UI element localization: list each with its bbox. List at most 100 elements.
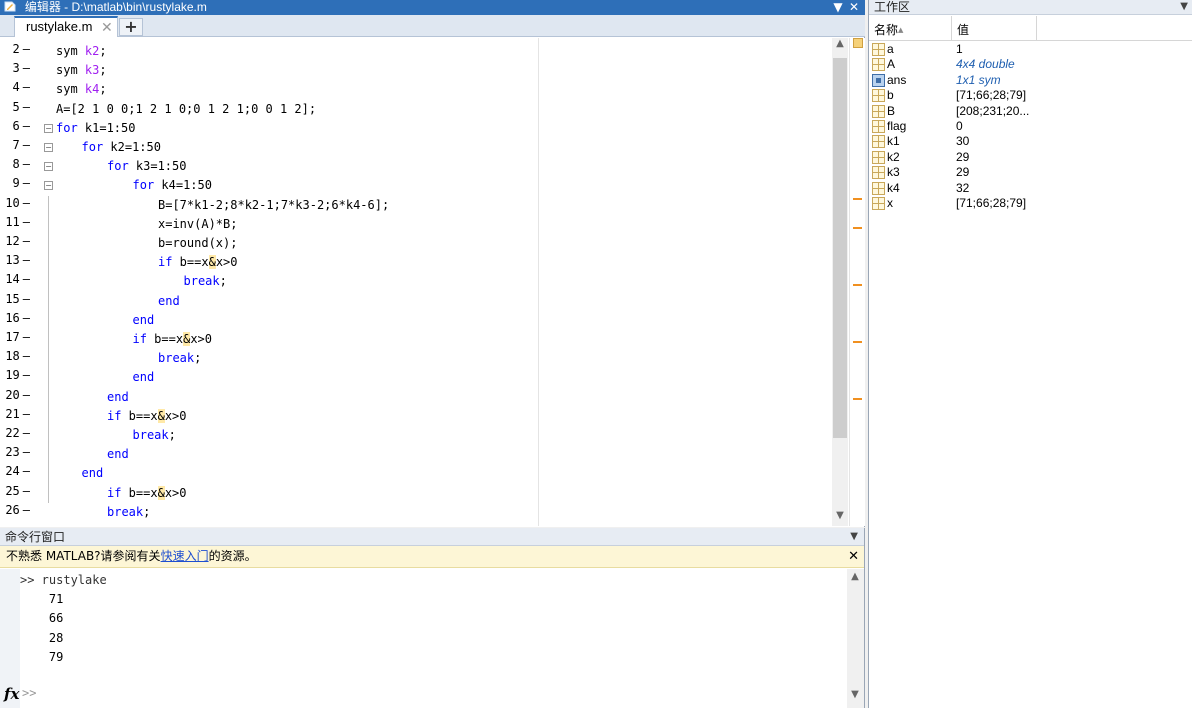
code-line[interactable]: break; [158,349,201,368]
command-window-menu-icon[interactable]: ▼ [850,528,858,546]
cmd-scroll-down-arrow-icon[interactable]: ▼ [847,689,863,700]
code-line[interactable]: sym k4; [56,80,107,99]
workspace-row[interactable]: a1 [869,42,1192,57]
code-line[interactable]: for k1=1:50 [56,119,135,138]
breakpoint-dash[interactable]: — [23,253,30,267]
code-line[interactable]: end [133,311,155,330]
code-line[interactable]: for k4=1:50 [133,176,212,195]
code-line[interactable]: end [107,445,129,464]
workspace-row[interactable]: B [208;231;20... [869,104,1192,119]
warning-marker[interactable] [853,398,862,400]
editor-menu-icon[interactable]: ▼ [831,0,845,15]
command-vertical-scrollbar[interactable]: ▲ ▼ [847,569,864,708]
breakpoint-dash[interactable]: — [23,215,30,229]
scrollbar-thumb[interactable] [833,58,847,438]
code-line[interactable]: b=round(x); [158,234,237,253]
code-line[interactable]: break; [133,426,176,445]
breakpoint-dash[interactable]: — [23,330,30,344]
warning-marker[interactable] [853,341,862,343]
breakpoint-dash[interactable]: — [23,42,30,56]
workspace-row[interactable]: k3 29 [869,165,1192,180]
code-line[interactable]: if b==x&x>0 [107,484,187,503]
code-line[interactable]: break; [107,503,150,522]
code-token: x=inv(A)*B; [158,216,238,231]
breakpoint-dash[interactable]: — [23,388,30,402]
editor-file-icon [4,1,16,12]
command-prompt[interactable]: >> [22,686,36,700]
workspace-row[interactable]: k1 30 [869,134,1192,149]
breakpoint-dash[interactable]: — [23,138,30,152]
code-line[interactable]: if b==x&x>0 [158,253,238,272]
breakpoint-dash[interactable]: — [23,407,30,421]
analyzer-status-icon[interactable] [853,38,863,48]
code-line[interactable]: A=[2 1 0 0;1 2 1 0;0 1 2 1;0 0 1 2]; [56,100,316,119]
code-line[interactable]: break; [184,272,227,291]
breakpoint-dash[interactable]: — [23,61,30,75]
workspace-row[interactable]: ans 1x1 sym [869,73,1192,88]
code-line[interactable]: for k3=1:50 [107,157,186,176]
warning-marker[interactable] [853,198,862,200]
line-number-value: 11 [5,214,20,229]
workspace-row[interactable]: b [71;66;28;79] [869,88,1192,103]
code-line[interactable]: end [107,388,129,407]
line-number: 12— [0,234,30,248]
code-line[interactable]: end [158,292,180,311]
breakpoint-dash[interactable]: — [23,368,30,382]
code-line[interactable]: B=[7*k1-2;8*k2-1;7*k3-2;6*k4-6]; [158,196,389,215]
code-area[interactable]: sym k2; sym k3; sym k4; A=[2 1 0 0;1 2 1 0;… [40,38,832,526]
code-line[interactable]: x=inv(A)*B; [158,215,237,234]
workspace-row[interactable]: x [71;66;28;79] [869,196,1192,211]
line-number: 18— [0,349,30,363]
code-line[interactable]: if b==x&x>0 [133,330,212,349]
scroll-up-arrow-icon[interactable]: ▲ [832,38,848,49]
breakpoint-dash[interactable]: — [23,426,30,440]
workspace-row[interactable]: flag 0 [869,119,1192,134]
quick-start-link[interactable]: 快速入门 [161,549,209,563]
column-value-header[interactable]: 值 [957,21,969,38]
column-divider[interactable] [951,16,952,41]
breakpoint-dash[interactable]: — [23,157,30,171]
workspace-menu-icon[interactable]: ▼ [1180,0,1188,14]
workspace-row[interactable]: k2 29 [869,150,1192,165]
command-output[interactable]: >> rustylake 71 66 28 79 [20,569,840,708]
breakpoint-dash[interactable]: — [23,349,30,363]
code-line[interactable]: sym k3; [56,61,107,80]
breakpoint-dash[interactable]: — [23,445,30,459]
code-line[interactable]: sym k2; [56,42,107,61]
warning-marker[interactable] [853,284,862,286]
command-output-line: 71 [20,592,64,607]
code-line[interactable]: end [133,368,155,387]
breakpoint-dash[interactable]: — [23,100,30,114]
variable-name: k2 [887,149,900,164]
editor-vertical-scrollbar[interactable]: ▲ ▼ [832,38,848,526]
cmd-scroll-up-arrow-icon[interactable]: ▲ [847,571,863,582]
breakpoint-dash[interactable]: — [23,80,30,94]
breakpoint-dash[interactable]: — [23,464,30,478]
breakpoint-dash[interactable]: — [23,311,30,325]
column-divider[interactable] [1036,16,1037,41]
code-line[interactable]: end [82,464,104,483]
breakpoint-dash[interactable]: — [23,196,30,210]
breakpoint-dash[interactable]: — [23,234,30,248]
editor-close-icon[interactable]: ✕ [847,0,861,15]
breakpoint-dash[interactable]: — [23,176,30,190]
tab-rustylake[interactable]: rustylake.m ✕ [14,16,118,37]
breakpoint-dash[interactable]: — [23,119,30,133]
variable-value: 1x1 sym [956,72,1001,87]
column-name-header[interactable]: 名称▲ [874,21,903,38]
function-browser-icon[interactable]: fx [4,685,19,703]
warning-marker[interactable] [853,227,862,229]
breakpoint-dash[interactable]: — [23,292,30,306]
scroll-down-arrow-icon[interactable]: ▼ [832,510,848,521]
code-line[interactable]: if b==x&x>0 [107,407,187,426]
code-line[interactable]: for k2=1:50 [82,138,161,157]
breakpoint-dash[interactable]: — [23,503,30,517]
notice-close-icon[interactable]: ✕ [848,546,859,567]
breakpoint-dash[interactable]: — [23,272,30,286]
workspace-row[interactable]: k4 32 [869,181,1192,196]
workspace-row[interactable]: A 4x4 double [869,57,1192,72]
matrix-variable-icon [872,43,885,56]
breakpoint-dash[interactable]: — [23,484,30,498]
add-tab-button[interactable]: + [119,18,143,36]
tab-close-icon[interactable]: ✕ [101,18,113,36]
